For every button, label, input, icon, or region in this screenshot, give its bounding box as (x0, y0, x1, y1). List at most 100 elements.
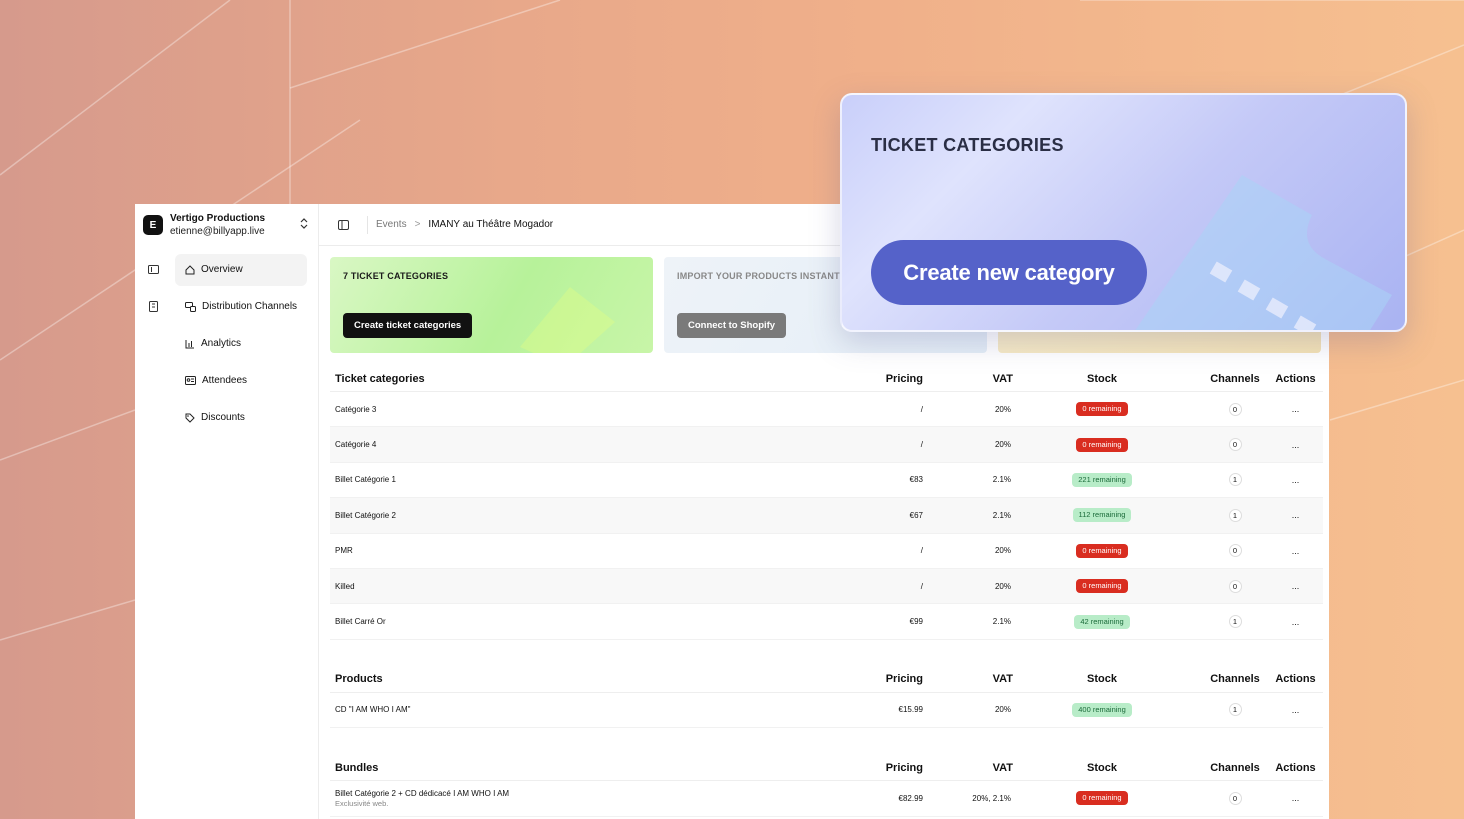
sidebar-nav: Overview Distribution Channels Analytics (135, 251, 319, 436)
sidebar-item-discounts[interactable]: Discounts (175, 402, 307, 434)
table-row[interactable]: Billet Carré Or €99 2.1% 42 remaining 1... (330, 604, 1323, 640)
more-actions-icon[interactable]: ... (1292, 510, 1300, 520)
more-actions-icon[interactable]: ... (1292, 475, 1300, 485)
stock-badge: 112 remaining (1072, 508, 1132, 523)
row-name: Catégorie 3 (330, 405, 843, 414)
account-email: etienne@billyapp.live (170, 226, 265, 237)
channels-count[interactable]: 0 (1228, 579, 1242, 593)
topbar-divider (367, 215, 368, 234)
row-name: Billet Catégorie 1 (330, 475, 843, 484)
sidebar-item-overview[interactable]: Overview (175, 253, 307, 286)
channels-count[interactable]: 1 (1228, 473, 1242, 487)
channels-count[interactable]: 1 (1228, 703, 1242, 717)
row-actions: ... (1268, 440, 1323, 450)
more-actions-icon[interactable]: ... (1292, 546, 1300, 556)
breadcrumb-events[interactable]: Events (376, 219, 407, 230)
breadcrumb-current: IMANY au Théâtre Mogador (428, 219, 554, 230)
stock-badge: 400 remaining (1072, 702, 1132, 717)
row-channels: 0 (1162, 544, 1268, 558)
stock-badge: 221 remaining (1072, 472, 1132, 487)
stock-badge: 0 remaining (1076, 579, 1128, 594)
building-icon[interactable] (147, 301, 159, 313)
row-name-text: PMR (335, 546, 353, 556)
row-price: / (920, 546, 923, 556)
table-header: Ticket categories Pricing VAT Stock Chan… (330, 366, 1323, 392)
col-stock: Stock (1087, 673, 1117, 686)
table-row[interactable]: Billet Catégorie 2 + CD dédicacé I AM WH… (330, 781, 1323, 817)
row-actions: ... (1268, 793, 1323, 803)
row-vat: 2.1% (992, 475, 1011, 485)
row-price: €83 (909, 475, 923, 485)
more-actions-icon[interactable]: ... (1292, 705, 1300, 715)
table-header: Products Pricing VAT Stock Channels Acti… (330, 667, 1323, 693)
stock-badge: 0 remaining (1076, 402, 1128, 417)
more-actions-icon[interactable]: ... (1292, 617, 1300, 627)
account-name: Vertigo Productions (170, 213, 266, 224)
channels-count[interactable]: 0 (1228, 544, 1242, 558)
chevron-up-down-icon[interactable] (298, 218, 310, 232)
create-ticket-categories-button[interactable]: Create ticket categories (343, 313, 473, 338)
row-name: Billet Carré Or (330, 617, 843, 626)
more-actions-icon[interactable]: ... (1292, 404, 1300, 414)
ticket-icon[interactable] (147, 264, 159, 276)
ticket-decoration (520, 287, 615, 353)
row-name-text: Catégorie 4 (335, 440, 377, 450)
avatar: E (143, 215, 163, 235)
channels-count[interactable]: 1 (1228, 615, 1242, 629)
col-channels: Channels (1210, 673, 1260, 686)
row-name: PMR (330, 546, 843, 555)
col-vat: VAT (992, 372, 1013, 385)
row-channels: 0 (1162, 438, 1268, 452)
row-price: €15.99 (898, 705, 923, 715)
row-channels: 1 (1162, 473, 1268, 487)
sidebar-item-attendees[interactable]: Attendees (175, 365, 307, 397)
account-switcher[interactable]: E Vertigo Productions etienne@billyapp.l… (135, 204, 318, 246)
sidebar-item-label: Analytics (201, 338, 242, 349)
channels-count[interactable]: 0 (1228, 438, 1242, 452)
table-row[interactable]: Catégorie 4 / 20% 0 remaining 0... (330, 427, 1323, 463)
categories-table: Ticket categories Pricing VAT Stock Chan… (330, 366, 1323, 817)
home-icon (185, 264, 195, 274)
stock-badge: 0 remaining (1076, 791, 1128, 806)
row-price: €99 (909, 617, 923, 627)
row-name-text: Billet Catégorie 1 (335, 475, 396, 485)
row-vat: 20% (994, 404, 1011, 414)
row-channels: 1 (1162, 615, 1268, 629)
row-name: Billet Catégorie 2 + CD dédicacé I AM WH… (330, 789, 843, 808)
col-actions: Actions (1275, 673, 1316, 686)
sidebar-toggle-icon[interactable] (319, 219, 367, 230)
popover-title: TICKET CATEGORIES (871, 135, 1064, 155)
stock-badge: 0 remaining (1076, 437, 1128, 452)
col-actions: Actions (1275, 761, 1316, 774)
channels-count[interactable]: 0 (1228, 402, 1242, 416)
table-row[interactable]: CD "I AM WHO I AM" €15.99 20% 400 remaining… (330, 693, 1323, 729)
row-subtitle: Exclusivité web. (335, 798, 389, 808)
more-actions-icon[interactable]: ... (1292, 581, 1300, 591)
sidebar-item-label: Distribution Channels (202, 301, 298, 312)
row-actions: ... (1268, 581, 1323, 591)
more-actions-icon[interactable]: ... (1292, 440, 1300, 450)
col-pricing: Pricing (885, 673, 923, 686)
row-channels: 0 (1162, 402, 1268, 416)
create-new-category-button[interactable]: Create new category (871, 240, 1147, 305)
col-vat: VAT (992, 761, 1013, 774)
table-row[interactable]: Billet Catégorie 1 €83 2.1% 221 remaining 1.… (330, 463, 1323, 499)
channels-count[interactable]: 0 (1228, 791, 1242, 805)
channels-count[interactable]: 1 (1228, 508, 1242, 522)
analytics-icon (185, 339, 194, 348)
row-stock: 400 remaining (1013, 702, 1162, 717)
row-price: / (920, 440, 923, 450)
sidebar-item-analytics[interactable]: Analytics (175, 328, 307, 360)
table-row[interactable]: Billet Catégorie 2 €67 2.1% 112 remaining 1.… (330, 498, 1323, 534)
row-actions: ... (1268, 510, 1323, 520)
row-name-text: Billet Catégorie 2 (335, 510, 396, 520)
row-name: Billet Catégorie 2 (330, 511, 843, 520)
row-stock: 0 remaining (1013, 579, 1162, 594)
connect-shopify-button[interactable]: Connect to Shopify (677, 313, 787, 338)
table-row[interactable]: PMR / 20% 0 remaining 0... (330, 534, 1323, 569)
sidebar-item-distribution-channels[interactable]: Distribution Channels (175, 291, 307, 323)
more-actions-icon[interactable]: ... (1292, 793, 1300, 803)
table-row[interactable]: Killed / 20% 0 remaining 0... (330, 568, 1323, 605)
table-row[interactable]: Catégorie 3 / 20% 0 remaining 0... (330, 392, 1323, 428)
row-vat: 20% (994, 546, 1011, 556)
